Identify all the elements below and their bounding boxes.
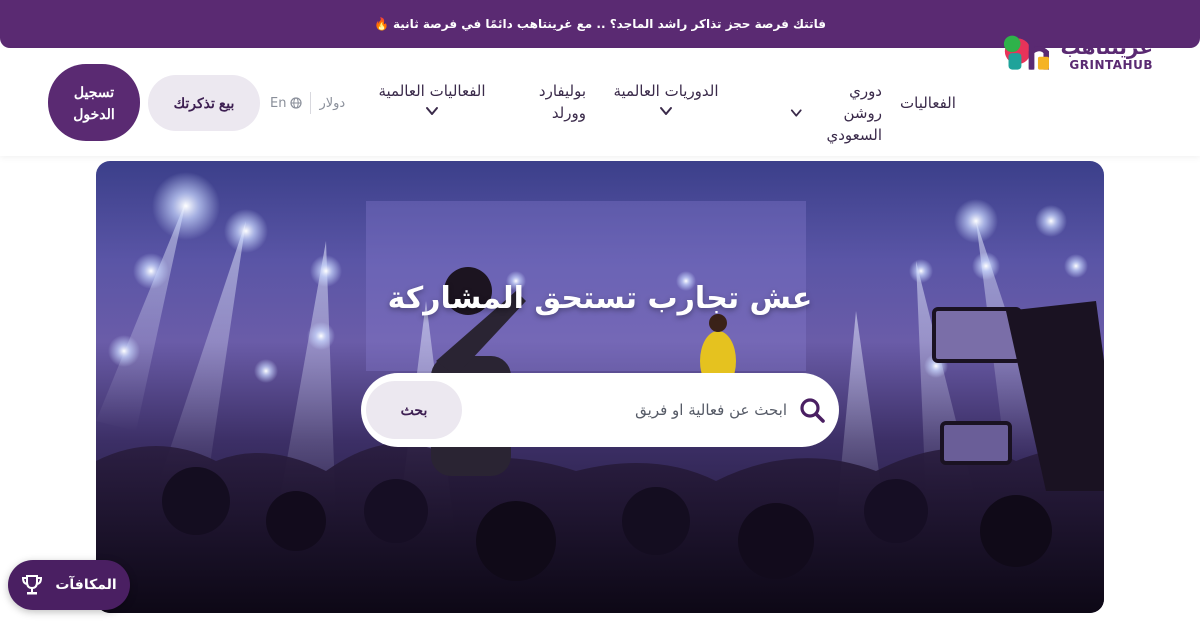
search-input[interactable] — [462, 401, 787, 419]
rewards-label: المكافآت — [55, 577, 117, 593]
brand-name-en: GRINTAHUB — [1069, 58, 1153, 72]
nav-global-leagues[interactable]: الدوريات العالمية — [608, 80, 724, 118]
fire-icon: 🔥 — [374, 17, 389, 31]
nav-roshn-league[interactable]: دوري روشن السعودي — [790, 80, 882, 146]
nav-global-events-label: الفعاليات العالمية — [378, 82, 486, 100]
nav-global-events[interactable]: الفعاليات العالمية — [372, 80, 492, 118]
sell-tickets-button[interactable]: بيع تذكرتك — [148, 75, 260, 131]
trophy-icon — [22, 575, 43, 595]
chevron-down-icon — [426, 107, 438, 115]
locale-divider — [310, 92, 312, 114]
search-bar: بحث — [361, 373, 839, 447]
nav-events[interactable]: الفعاليات — [900, 92, 956, 114]
hero-banner: عش تجارب تستحق المشاركة بحث — [96, 161, 1104, 613]
locale-switcher[interactable]: En دولار — [270, 92, 345, 114]
hero-title: عش تجارب تستحق المشاركة — [387, 281, 813, 316]
language-label: En — [270, 95, 287, 111]
nav-global-leagues-label: الدوريات العالمية — [613, 82, 719, 100]
announcement-text: فاتتك فرصة حجز تذاكر راشد الماجد؟ .. مع … — [393, 17, 826, 31]
language-option[interactable]: En — [270, 95, 303, 111]
brand-logo[interactable]: غرينتاهب GRINTAHUB — [1003, 28, 1153, 80]
search-icon[interactable] — [799, 397, 825, 423]
login-button[interactable]: تسجيل الدخول — [48, 64, 140, 141]
globe-icon — [290, 97, 303, 109]
search-button[interactable]: بحث — [366, 381, 462, 439]
brand-name-ar: غرينتاهب — [1060, 35, 1154, 59]
nav-boulevard[interactable]: بوليفارد وورلد — [530, 80, 586, 124]
chevron-down-icon — [660, 107, 672, 115]
chevron-down-icon — [790, 109, 802, 117]
rewards-button[interactable]: المكافآت — [8, 560, 130, 610]
nav-boulevard-label: بوليفارد وورلد — [538, 82, 586, 122]
currency-label[interactable]: دولار — [319, 96, 345, 111]
logo-mark-icon — [1003, 34, 1049, 70]
nav-roshn-league-label: دوري روشن السعودي — [826, 82, 882, 144]
nav-events-label: الفعاليات — [900, 94, 956, 112]
